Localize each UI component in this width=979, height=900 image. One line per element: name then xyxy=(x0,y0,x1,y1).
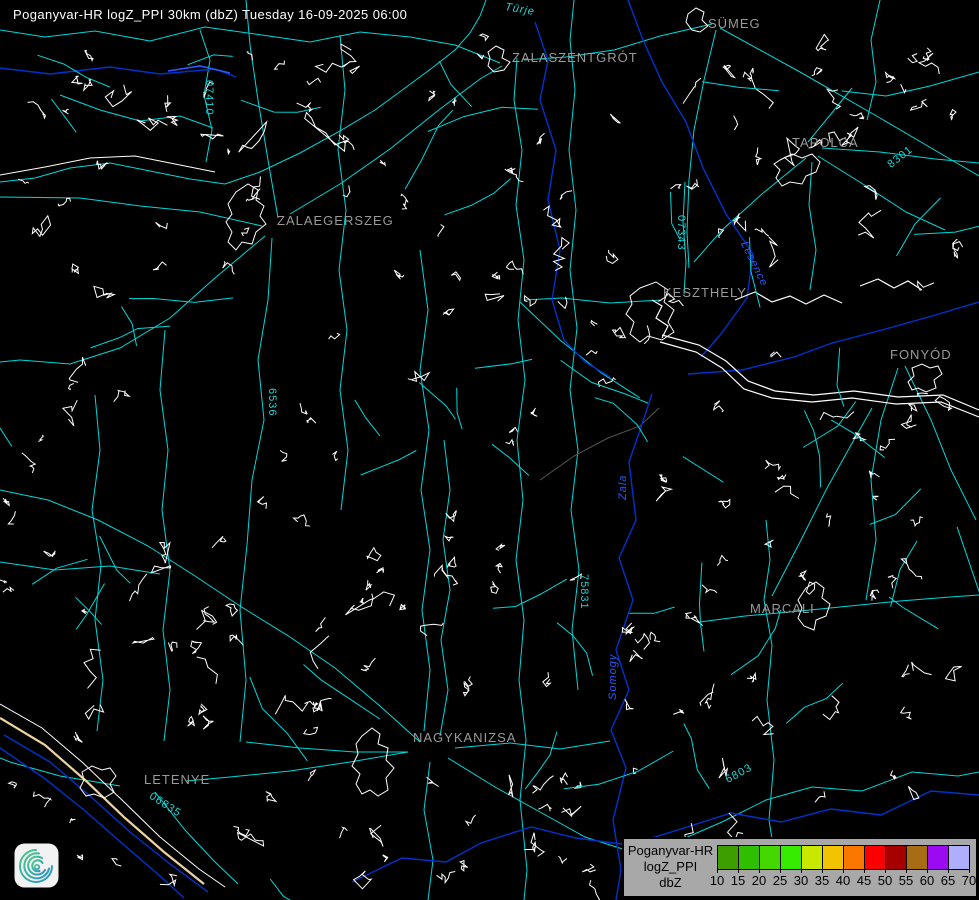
road-number-label: 6536 xyxy=(266,388,277,416)
road-number-label: 75831 xyxy=(578,574,589,610)
legend-cell xyxy=(906,845,928,870)
legend-tick-label: 10 xyxy=(706,873,728,888)
legend-tick-label: 65 xyxy=(937,873,959,888)
legend-tick-label: 70 xyxy=(958,873,979,888)
legend-cell xyxy=(864,845,886,870)
water-label: Zala xyxy=(618,475,629,500)
legend-tick-label: 40 xyxy=(832,873,854,888)
legend-unit-label: dbZ xyxy=(624,875,717,890)
county-border-line xyxy=(540,408,659,480)
radar-map-viewport: Poganyvar-HR logZ_PPI 30km (dbZ) Tuesday… xyxy=(0,0,979,900)
city-label: FONYÓD xyxy=(890,348,952,361)
city-label: LETENYE xyxy=(144,773,210,786)
road-number-label: 07410 xyxy=(203,80,214,116)
settlement-speckles xyxy=(0,34,979,900)
city-label: TAPOLCA xyxy=(792,136,859,149)
legend-cell xyxy=(822,845,844,870)
city-label: KESZTHELY xyxy=(663,286,747,299)
city-label: ZALAEGERSZEG xyxy=(277,214,394,227)
legend-tick-label: 30 xyxy=(790,873,812,888)
legend-tick-label: 55 xyxy=(895,873,917,888)
legend-tick-label: 60 xyxy=(916,873,938,888)
legend-cell xyxy=(801,845,823,870)
legend-cell xyxy=(927,845,949,870)
road-number-label: 07343 xyxy=(675,215,686,251)
legend-tick-label: 15 xyxy=(727,873,749,888)
legend-tick-label: 50 xyxy=(874,873,896,888)
legend-tick-label: 25 xyxy=(769,873,791,888)
legend-cell xyxy=(759,845,781,870)
legend-cell xyxy=(885,845,907,870)
legend-panel: Poganyvar-HR logZ_PPI dbZ 10152025303540… xyxy=(622,837,978,898)
legend-cell xyxy=(948,845,970,870)
legend-cell xyxy=(717,845,739,870)
spiral-logo-icon xyxy=(14,843,59,888)
legend-station-label: Poganyvar-HR xyxy=(624,843,717,858)
legend-cell xyxy=(738,845,760,870)
map-title: Poganyvar-HR logZ_PPI 30km (dbZ) Tuesday… xyxy=(13,7,407,22)
town-outlines xyxy=(0,8,942,798)
radar-provider-logo xyxy=(14,843,59,888)
city-label: MARCALI xyxy=(750,602,815,615)
legend-tick-label: 35 xyxy=(811,873,833,888)
legend-cell xyxy=(843,845,865,870)
legend-tick-label: 20 xyxy=(748,873,770,888)
city-label: ZALASZENTGRÓT xyxy=(512,51,638,64)
water-label: Somogy xyxy=(608,654,619,700)
city-label: SÜMEG xyxy=(708,17,761,30)
legend-tick-label: 45 xyxy=(853,873,875,888)
legend-product-label: logZ_PPI xyxy=(624,859,717,874)
city-label: NAGYKANIZSA xyxy=(413,731,516,744)
legend-cell xyxy=(780,845,802,870)
